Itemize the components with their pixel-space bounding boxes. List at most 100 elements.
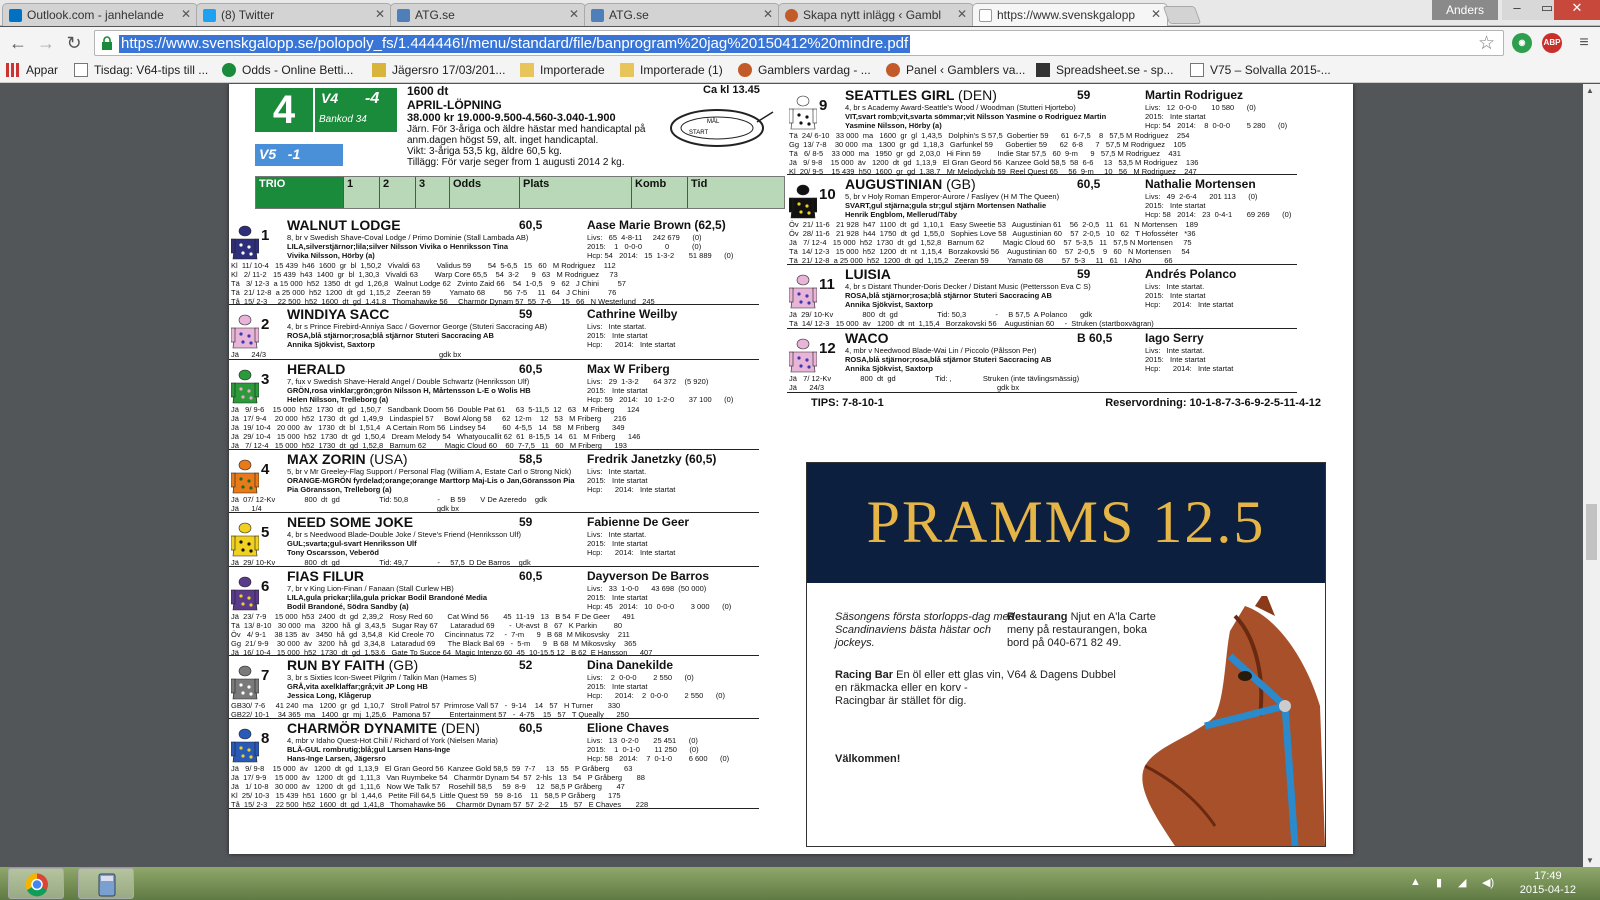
trio-col: 2: [380, 177, 416, 208]
tab-outlook[interactable]: Outlook.com - janhelande ✕: [2, 3, 198, 26]
form-lines: Jä 24/3 gdk bx: [231, 350, 461, 359]
pdf-viewer[interactable]: 4 V4 -4 Bankod 34 V5 -1 1600 dt APRIL-LÖ…: [0, 84, 1583, 867]
page-icon: [1190, 63, 1204, 77]
tab-twitter[interactable]: (8) Twitter ✕: [196, 3, 392, 26]
horse-number: 12: [819, 340, 836, 357]
close-icon[interactable]: ✕: [181, 7, 191, 21]
bookmark-v75[interactable]: V75 – Solvalla 2015-...: [1190, 63, 1331, 77]
pedigree-line: Helen Nilsson, Trelleborg (a): [287, 395, 389, 404]
bookmark-spreadsheet[interactable]: Spreadsheet.se - sp...: [1036, 63, 1173, 77]
horse-entry: 1 WALNUT LODGE 60,5 Aase Marie Brown (62,5)…: [229, 217, 759, 306]
horse-pedigree: 7, fux v Swedish Shave-Herald Angel / Do…: [287, 377, 531, 404]
horse-name: WALNUT LODGE: [287, 217, 401, 233]
reload-icon[interactable]: ↻: [62, 31, 86, 55]
form-row: Jä 23/ 7-9 15 000 h53 2400 dt gd 2,39,2 …: [231, 612, 635, 621]
back-icon[interactable]: ←: [6, 31, 30, 55]
horse-pedigree: 8, br v Swedish Shave-Coval Lodge / Prim…: [287, 233, 528, 260]
bookmark-apps[interactable]: Appar: [6, 63, 58, 77]
bookmark-jagersro[interactable]: Jägersro 17/03/201...: [372, 63, 505, 77]
minimize-button[interactable]: –: [1502, 0, 1532, 20]
forward-icon[interactable]: →: [34, 31, 58, 55]
new-tab-button[interactable]: [1162, 6, 1202, 24]
v5-badge: V5 -1: [255, 144, 343, 166]
network-signal-icon[interactable]: ◢: [1458, 876, 1466, 889]
trio-col: 3: [416, 177, 450, 208]
bookmark-gamblers-vardag[interactable]: Gamblers vardag - ...: [738, 63, 871, 77]
calculator-taskbar-button[interactable]: [78, 868, 134, 899]
form-row: Jä 7/ 12-4 15 000 h52 1730 dt gd 1,52,8 …: [231, 441, 627, 450]
horse-number: 4: [261, 461, 270, 478]
horse-number: 5: [261, 524, 270, 541]
horse-entry: 5 NEED SOME JOKE 59 Fabienne De Geer 4, br s…: [229, 514, 759, 567]
taskbar: ▲ ▮ ◢ ◀) 17:49 2015-04-12: [0, 867, 1600, 900]
adblock-plus-icon[interactable]: ABP: [1542, 33, 1562, 53]
horse-entry: 12 WACO B 60,5 Iago Serry 4, mbr v Needwood …: [787, 330, 1297, 393]
scroll-down-icon[interactable]: ▼: [1586, 856, 1594, 865]
form-row: Jä 19/ 10-4 20 000 äv 1730 dt bl 1,51,4 …: [231, 423, 625, 432]
form-lines: Öv 21/ 11-6 21 928 h47 1100 dt gd 1,10,1…: [789, 220, 1198, 265]
horse-number: 8: [261, 730, 270, 747]
form-row: Öv 4/ 9-1 38 135 äv 3450 hå gd 3,54,8 Ki…: [231, 630, 630, 639]
extension-icon[interactable]: ◉: [1512, 33, 1532, 53]
bookmark-importerade[interactable]: Importerade: [520, 63, 605, 77]
pedigree-line: 4, br s Prince Firebird-Anniya Sacc / Go…: [287, 322, 548, 331]
bookmarks-bar: Appar Tisdag: V64-tips till ... Odds - O…: [0, 59, 1600, 83]
browser-toolbar: ← → ↻ https://www.svenskgalopp.se/polopo…: [0, 27, 1600, 59]
tab-svenskgalopp[interactable]: https://www.svenskgalopp ✕: [972, 3, 1168, 26]
bookmark-panel[interactable]: Panel ‹ Gamblers va...: [886, 63, 1025, 77]
close-icon[interactable]: ✕: [1151, 7, 1161, 21]
race-distance: 1600 dt: [407, 84, 449, 98]
close-icon[interactable]: ✕: [957, 7, 967, 21]
tab-atg-1[interactable]: ATG.se ✕: [390, 3, 586, 26]
horse-stats: Livs: 29 1-3-2 64 372 (5 920) 2015: Inte…: [587, 377, 734, 404]
race-title: APRIL-LÖPNING: [407, 98, 502, 112]
menu-icon[interactable]: ≡: [1572, 31, 1596, 55]
pedigree-line: SVART,gul stjärna;gula str;gul stjärn Mo…: [845, 201, 1047, 210]
horse-country: (DEN): [958, 87, 997, 103]
jockey-name: Cathrine Weilby: [587, 307, 678, 321]
clock-time: 17:49: [1534, 870, 1562, 882]
horse-weight: 59: [1077, 267, 1091, 281]
close-icon[interactable]: ✕: [569, 7, 579, 21]
vertical-scrollbar[interactable]: ▲ ▼: [1583, 84, 1600, 867]
pedigree-line: 4, br s Distant Thunder-Doris Decker / D…: [845, 282, 1091, 291]
race-number: 4: [255, 88, 313, 132]
bookmark-star-icon[interactable]: ☆: [1478, 32, 1495, 55]
show-hidden-icons[interactable]: ▲: [1410, 876, 1421, 888]
gamblers-icon: [886, 63, 900, 77]
system-clock[interactable]: 17:49 2015-04-12: [1520, 869, 1576, 897]
reservordning-text: Reservordning: 10-1-8-7-3-6-9-2-5-11-4-1…: [1105, 397, 1321, 409]
horse-weight: 60,5: [519, 362, 543, 376]
tab-atg-2[interactable]: ATG.se ✕: [584, 3, 780, 26]
bookmark-odds[interactable]: Odds - Online Betti...: [222, 63, 353, 77]
form-row: Tä 21/ 12-8 a 25 000 h52 1200 dt gd 1,15…: [231, 288, 617, 297]
scroll-up-icon[interactable]: ▲: [1586, 86, 1594, 95]
pedigree-line: Tony Oscarsson, Veberöd: [287, 548, 379, 557]
pedigree-line: GRÖN,rosa vinklar;grön;grön Nilsson H, M…: [287, 386, 531, 395]
close-icon[interactable]: ✕: [763, 7, 773, 21]
address-bar[interactable]: https://www.svenskgalopp.se/polopoly_fs/…: [94, 30, 1504, 56]
url-text[interactable]: https://www.svenskgalopp.se/polopoly_fs/…: [119, 35, 911, 53]
pedigree-line: ROSA,blå stjärnor;rosa;blå stjärnor Stut…: [845, 291, 1052, 300]
tab-gamblers[interactable]: Skapa nytt inlägg ‹ Gambl ✕: [778, 3, 974, 26]
pedigree-line: Jessica Long, Klågerup: [287, 691, 372, 700]
volume-icon[interactable]: ◀): [1482, 876, 1494, 889]
bookmark-importerade-1[interactable]: Importerade (1): [620, 63, 723, 77]
tab-label: ATG.se: [609, 8, 649, 22]
horse-stats: Livs: 13 0-2-0 25 451 (0) 2015: 1 0-1-0 …: [587, 736, 730, 763]
twitter-icon: [203, 9, 216, 22]
bookmark-label: Gamblers vardag - ...: [758, 63, 871, 77]
form-row: Tå 15/ 2-3 22 500 h52 1600 dt gd 1,41,8 …: [231, 297, 655, 306]
close-window-button[interactable]: ✕: [1554, 0, 1600, 20]
bookmark-tisdag[interactable]: Tisdag: V64-tips till ...: [74, 63, 208, 77]
user-profile-button[interactable]: Anders: [1432, 0, 1498, 20]
form-row: Gg 21/ 9-9 30 000 äv 3200 hå gd 3,34,8 L…: [231, 639, 637, 648]
form-row: Jä 1/ 10-8 30 000 äv 1200 dt gd 1,11,6 N…: [231, 782, 625, 791]
horse-name-text: CHARMÖR DYNAMITE: [287, 720, 438, 736]
tab-label: ATG.se: [415, 8, 455, 22]
close-icon[interactable]: ✕: [375, 7, 385, 21]
scrollbar-thumb[interactable]: [1586, 504, 1597, 560]
battery-icon[interactable]: ▮: [1436, 876, 1442, 889]
chrome-taskbar-button[interactable]: [8, 868, 64, 899]
form-row: Jä 9/ 9-8 15 000 äv 1200 dt gd 1,13,9 El…: [789, 158, 1199, 167]
